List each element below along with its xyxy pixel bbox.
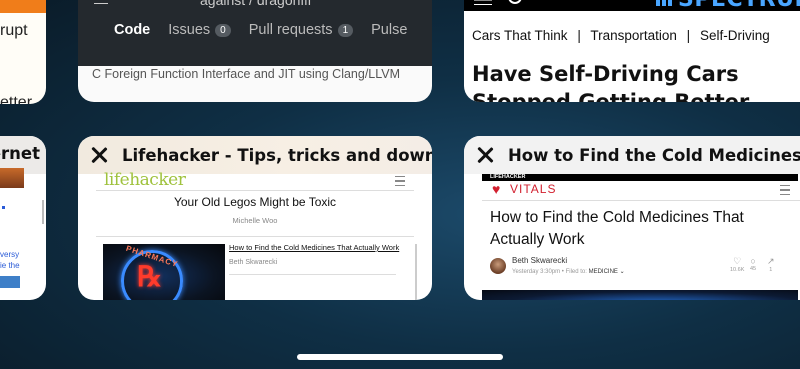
article-headline: How to Find the Cold Medicines That: [490, 209, 744, 226]
close-icon[interactable]: [474, 144, 496, 166]
tab-pull-requests[interactable]: Pull requests 1: [248, 22, 354, 38]
like-count: 10.6K: [730, 267, 745, 273]
article-headline[interactable]: Your Old Legos Might be Toxic: [78, 195, 432, 209]
tab-issues[interactable]: Issues 0: [168, 22, 231, 38]
article-author[interactable]: Beth Skwarecki: [512, 256, 567, 265]
card-title: Lifehacker - Tips, tricks and downl...: [122, 145, 432, 165]
repo-tabs: Code Issues 0 Pull requests 1 Pulse: [114, 22, 407, 38]
article-headline-continued: Actually Work: [490, 231, 585, 248]
app-card-vitals[interactable]: How to Find the Cold Medicines That Actu…: [464, 136, 800, 300]
share-icon: ↗: [767, 256, 775, 266]
pharmacy-sign-image: ℞ PHARMACY: [103, 244, 225, 300]
menu-icon[interactable]: [474, 0, 492, 5]
repo-title: against / dragonffi: [200, 0, 312, 8]
tab-pulse[interactable]: Pulse: [371, 22, 407, 38]
thumbnail-image: [0, 168, 24, 188]
spectrum-logo-mark: [656, 0, 660, 6]
comment-count: 45: [750, 266, 757, 272]
article-headline-continued: Stopped Getting Better: [472, 90, 750, 102]
site-topbar: LIFEHACKER: [482, 174, 798, 181]
menu-icon[interactable]: [780, 185, 790, 195]
link-text[interactable]: ie the: [0, 261, 20, 270]
tab-issues-label: Issues: [168, 22, 211, 38]
stat-share[interactable]: ↗ 1: [767, 256, 775, 273]
scroll-indicator[interactable]: [415, 244, 417, 300]
stat-like[interactable]: ♡ 10.6K: [730, 256, 744, 273]
spectrum-logo-mark: [662, 0, 666, 6]
divider: [96, 236, 414, 237]
breadcrumb-item[interactable]: Transportation: [590, 28, 677, 43]
app-card-top-left[interactable]: rupt etter: [0, 0, 46, 104]
menu-icon[interactable]: [395, 176, 405, 186]
tab-code[interactable]: Code: [114, 22, 150, 38]
card-title: ernet: [0, 144, 40, 163]
card-header: How to Find the Cold Medicines That Actu…: [464, 136, 800, 174]
app-card-lifehacker[interactable]: Lifehacker - Tips, tricks and downl... l…: [78, 136, 432, 300]
category-link[interactable]: MEDICINE ⌄: [589, 269, 625, 275]
repo-description: C Foreign Function Interface and JIT usi…: [92, 67, 401, 81]
pull-requests-count-badge: 1: [337, 23, 354, 37]
breadcrumb-item[interactable]: Cars That Think: [472, 28, 568, 43]
article-headline: Have Self-Driving Cars: [472, 62, 739, 86]
neon-symbol: ℞: [137, 261, 163, 292]
breadcrumb-separator: |: [686, 28, 691, 43]
breadcrumb-item[interactable]: Self-Driving: [700, 28, 770, 43]
article-meta: Yesterday 3:30pm • Filed to: MEDICINE ⌄: [512, 268, 625, 275]
link-text[interactable]: versy: [0, 250, 19, 259]
tab-pull-requests-label: Pull requests: [248, 22, 333, 38]
meta-timestamp: Yesterday 3:30pm • Filed to:: [512, 269, 587, 275]
lifehacker-logo: lifehacker: [104, 170, 186, 190]
scroll-bar[interactable]: [42, 200, 44, 224]
card-snippet-text: etter: [0, 94, 33, 104]
blue-thumbnail: [0, 276, 20, 288]
orange-header-bar: [0, 0, 46, 13]
card-header: Lifehacker - Tips, tricks and downl...: [78, 136, 432, 174]
spectrum-logo-text: SPECTRUM: [678, 0, 800, 12]
lifehacker-tag: LIFEHACKER: [490, 174, 526, 180]
divider: [96, 190, 414, 191]
issues-count-badge: 0: [215, 23, 231, 37]
stat-comment[interactable]: ○ 45: [750, 256, 756, 272]
comment-icon: ○: [750, 256, 756, 266]
home-indicator[interactable]: [297, 354, 503, 360]
heart-icon: ♥: [492, 181, 501, 197]
story-author: Beth Skwarecki: [229, 259, 278, 266]
close-icon[interactable]: [88, 144, 110, 166]
story-link[interactable]: How to Find the Cold Medicines That Actu…: [229, 243, 399, 252]
card-snippet-text: rupt: [0, 22, 28, 39]
spectrum-header: SPECTRUM: [464, 0, 800, 12]
card-title: How to Find the Cold Medicines That Actu…: [508, 145, 800, 165]
breadcrumb: Cars That Think | Transportation | Self-…: [472, 28, 770, 43]
search-icon[interactable]: [508, 0, 522, 4]
spectrum-logo-mark: [668, 0, 672, 6]
github-header: against / dragonffi Code Issues 0 Pull r…: [78, 0, 432, 66]
divider: [229, 274, 396, 275]
like-icon: ♡: [733, 256, 742, 266]
share-count: 1: [769, 267, 773, 273]
breadcrumb-separator: |: [577, 28, 581, 43]
spectrum-logo: SPECTRUM: [656, 0, 800, 12]
app-card-github[interactable]: against / dragonffi Code Issues 0 Pull r…: [78, 0, 432, 102]
app-card-spectrum[interactable]: SPECTRUM Cars That Think | Transportatio…: [464, 0, 800, 102]
article-byline: Michelle Woo: [232, 216, 278, 225]
app-card-left-partial[interactable]: ernet versy ie the: [0, 136, 46, 300]
divider: [482, 200, 800, 201]
avatar[interactable]: [490, 258, 506, 274]
vitals-brand: VITALS: [510, 182, 557, 196]
menu-icon[interactable]: [94, 0, 108, 4]
link-dot[interactable]: [2, 206, 5, 209]
article-hero-image: [482, 290, 798, 300]
